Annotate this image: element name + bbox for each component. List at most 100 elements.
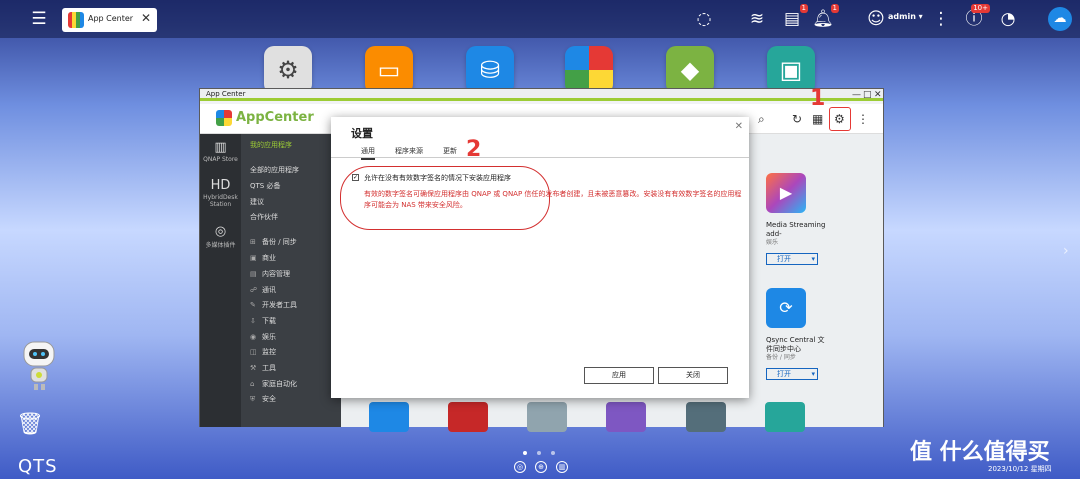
nav-category[interactable]: ⊞ 备份 / 同步 <box>250 237 297 247</box>
nav-category-label: 通讯 <box>262 286 276 294</box>
multimedia-label: 多媒体插件 <box>205 242 236 249</box>
entertainment-icon: ◉ <box>250 333 257 341</box>
app-icon[interactable] <box>606 402 646 432</box>
page-dot[interactable] <box>551 451 555 455</box>
close-icon[interactable]: ✕ <box>735 121 743 132</box>
annotation-number-2: 2 <box>466 137 482 162</box>
annotation-number-1: 1 <box>810 86 826 111</box>
nav-category-label: 内容管理 <box>262 270 290 278</box>
user-icon[interactable]: ☺ <box>864 7 888 31</box>
window-titlebar: App Center — □ ✕ <box>200 89 883 101</box>
annotation-box-gear <box>829 107 851 131</box>
app-icon[interactable] <box>527 402 567 432</box>
file-station-icon[interactable]: ▭ <box>365 46 413 94</box>
cloud-icon[interactable]: ☁ <box>1048 7 1072 31</box>
media-streaming-icon: ▶ <box>766 173 806 213</box>
app-center-desktop-icon[interactable] <box>565 46 613 94</box>
page-dot-active[interactable] <box>523 451 527 455</box>
chevron-down-icon[interactable]: ▾ <box>811 369 815 379</box>
nav-category[interactable]: ☍ 通讯 <box>250 285 276 295</box>
page-dot[interactable] <box>537 451 541 455</box>
chevron-right-icon[interactable]: › <box>1063 243 1069 259</box>
close-button[interactable]: 关闭 <box>658 367 728 384</box>
open-button[interactable]: 打开 ▾ <box>766 253 818 265</box>
nav-category[interactable]: ⛨ 安全 <box>250 394 276 404</box>
nav-item[interactable]: 全部的应用程序 <box>250 165 299 175</box>
info-icon[interactable]: ⓘ 10+ <box>962 4 990 31</box>
more-icon[interactable]: ⋮ <box>929 7 953 31</box>
open-button[interactable]: 打开 ▾ <box>766 368 818 380</box>
nav-category-label: 娱乐 <box>262 333 276 341</box>
home-automation-icon: ⌂ <box>250 380 255 388</box>
taskbar: ☰ App Center ✕ ◌ ≋ ▤ 1 🔔︎ 1 ☺ admin ▾ ⋮ ⓘ 1… <box>0 0 1080 38</box>
nav-category[interactable]: ▣ 商业 <box>250 253 276 263</box>
ssd-profiling-icon[interactable]: ▣ <box>767 46 815 94</box>
nav-category[interactable]: ⚒ 工具 <box>250 363 276 373</box>
nav-category[interactable]: ▤ 内容管理 <box>250 269 290 279</box>
search-icon[interactable]: ◌ <box>692 7 716 31</box>
qnap-store-item[interactable]: ▥ QNAP Store <box>200 140 241 163</box>
storage-icon[interactable]: ⛁ <box>466 46 514 94</box>
app-icon[interactable] <box>369 402 409 432</box>
tab-update[interactable]: 更新 <box>443 146 457 156</box>
app-icon[interactable] <box>686 402 726 432</box>
bell-icon[interactable]: 🔔︎ 1 <box>811 4 839 31</box>
chevron-down-icon[interactable]: ▾ <box>811 254 815 264</box>
app-center-icon <box>68 12 84 28</box>
nav-my-apps[interactable]: 我的应用程序 <box>250 140 292 150</box>
nav-category-label: 商业 <box>262 254 276 262</box>
nav-item[interactable]: 合作伙伴 <box>250 212 278 222</box>
notif-badge: 1 <box>830 4 839 13</box>
nav-category[interactable]: ✎ 开发者工具 <box>250 300 297 310</box>
install-manual-icon[interactable]: ▦ <box>812 112 823 126</box>
app-icon[interactable] <box>765 402 805 432</box>
minimize-icon[interactable]: — <box>852 89 861 101</box>
dev-tools-icon: ✎ <box>250 301 256 309</box>
tasks-badge: 1 <box>799 4 808 13</box>
nav-category-label: 安全 <box>262 395 276 403</box>
store-column: ▥ QNAP Store HD HybridDesk Station ◎ 多媒体插件 <box>200 134 241 427</box>
nav-category[interactable]: ◉ 娱乐 <box>250 332 276 342</box>
multimedia-item[interactable]: ◎ 多媒体插件 <box>200 224 241 249</box>
virtualization-icon[interactable]: ◆ <box>666 46 714 94</box>
control-panel-icon[interactable]: ⚙ <box>264 46 312 94</box>
hybriddesk-item[interactable]: HD HybridDesk Station <box>200 178 241 208</box>
trash-icon[interactable]: 🗑︎ <box>16 412 44 446</box>
refresh-icon[interactable]: ↻ <box>792 112 802 126</box>
nav-item[interactable]: 建议 <box>250 197 264 207</box>
close-tab-icon[interactable]: ✕ <box>141 11 151 25</box>
dashboard-icon[interactable]: ◔ <box>996 7 1020 31</box>
stack-icon[interactable]: ≋ <box>745 7 769 31</box>
open-button-label: 打开 <box>777 255 791 263</box>
more-vertical-icon[interactable]: ⋮ <box>857 112 869 126</box>
nav-category[interactable]: ◫ 监控 <box>250 347 276 357</box>
maximize-icon[interactable]: □ <box>863 89 872 101</box>
nav-item[interactable]: QTS 必备 <box>250 181 280 191</box>
app-name: Qsync Central 文件同步中心 <box>766 336 825 353</box>
user-menu[interactable]: admin ▾ <box>888 12 923 21</box>
search-icon[interactable]: ⌕ <box>758 112 765 127</box>
settings-dialog: 设置 ✕ 通用 程序来源 更新 ✓ 允许在没有有效数字签名的情况下安装应用程序 … <box>331 117 749 398</box>
open-button-label: 打开 <box>777 370 791 378</box>
apply-button[interactable]: 应用 <box>584 367 654 384</box>
app-icon[interactable] <box>448 402 488 432</box>
tab-app-center[interactable]: App Center ✕ <box>62 8 157 32</box>
close-window-icon[interactable]: ✕ <box>874 89 882 101</box>
backup-icon: ⊞ <box>250 238 256 246</box>
nav-category[interactable]: ⌂ 家庭自动化 <box>250 379 297 389</box>
dock-icon-1[interactable]: ◎ <box>514 461 526 473</box>
annotation-oval <box>340 166 550 230</box>
multimedia-icon: ◎ <box>214 224 227 239</box>
robot-assistant-icon[interactable] <box>20 340 58 392</box>
tab-app-sources[interactable]: 程序来源 <box>395 146 423 156</box>
menu-icon[interactable]: ☰ <box>27 7 51 31</box>
content-icon: ▤ <box>250 270 257 278</box>
nav-category[interactable]: ⇩ 下载 <box>250 316 276 326</box>
dock-icon-2[interactable]: ⊕ <box>535 461 547 473</box>
tasks-icon[interactable]: ▤ 1 <box>780 4 808 31</box>
category-nav: 我的应用程序 全部的应用程序 QTS 必备 建议 合作伙伴 ⊞ 备份 / 同步 ▣… <box>241 134 341 427</box>
security-icon: ⛨ <box>250 395 256 403</box>
dock-icon-3[interactable]: ▥ <box>556 461 568 473</box>
surveillance-icon: ◫ <box>250 348 257 356</box>
nav-category-label: 备份 / 同步 <box>262 238 297 246</box>
